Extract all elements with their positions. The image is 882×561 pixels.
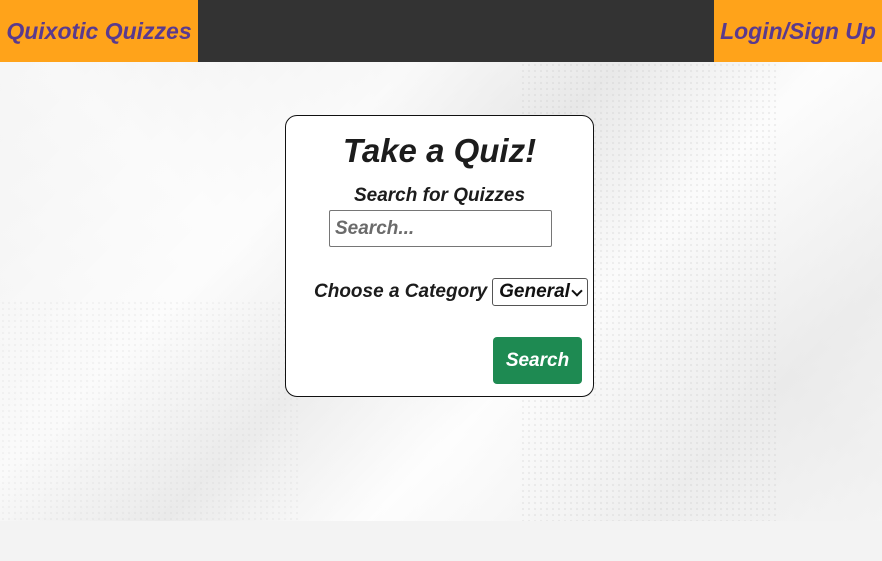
login-signup-link[interactable]: Login/Sign Up — [714, 0, 882, 62]
category-row: Choose a Category General — [314, 278, 589, 306]
category-selected-value: General — [499, 281, 570, 302]
quiz-search-card: Take a Quiz! Search for Quizzes Choose a… — [285, 115, 594, 397]
category-label: Choose a Category — [314, 281, 488, 302]
chevron-down-icon — [571, 286, 583, 298]
search-label: Search for Quizzes — [353, 185, 526, 206]
top-navbar: Quixotic Quizzes Login/Sign Up — [0, 0, 882, 62]
search-input[interactable] — [329, 210, 552, 247]
background-bottom-strip — [0, 521, 882, 561]
category-select[interactable]: General — [492, 278, 589, 306]
card-title: Take a Quiz! — [342, 132, 537, 169]
search-button[interactable]: Search — [493, 337, 582, 384]
brand-link[interactable]: Quixotic Quizzes — [0, 0, 198, 62]
background-dot-pattern-left — [0, 300, 300, 520]
